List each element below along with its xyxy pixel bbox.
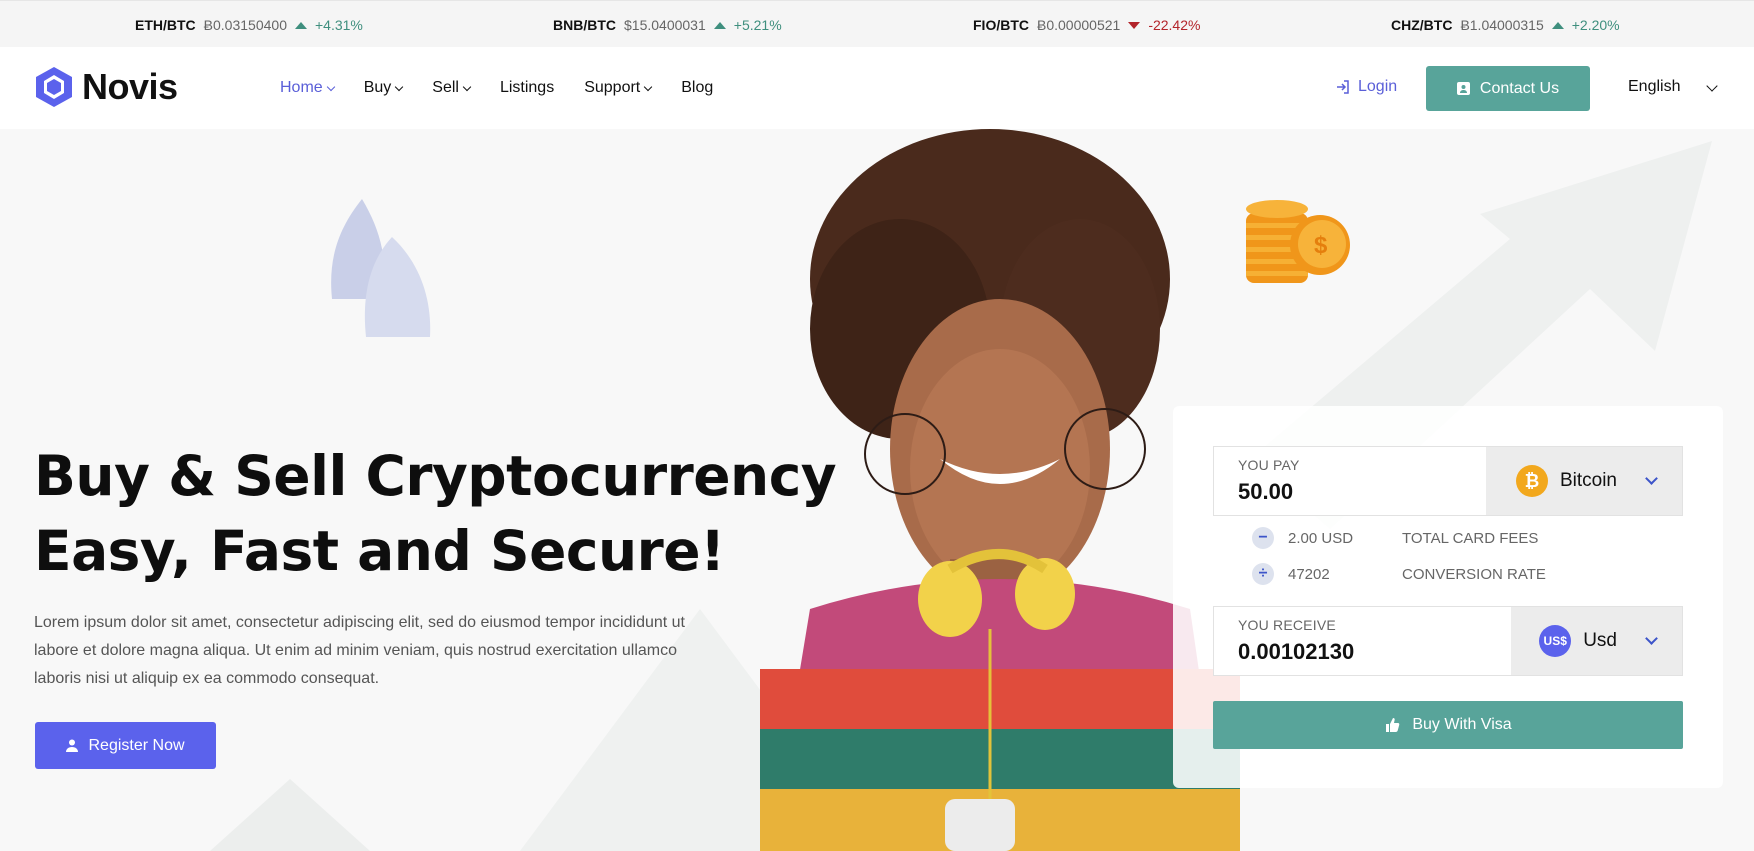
pay-amount-input[interactable]: 50.00 <box>1238 479 1486 505</box>
receive-currency-label: Usd <box>1583 630 1617 651</box>
ticker-pair: FIO/BTC <box>973 17 1029 33</box>
you-pay-field: YOU PAY 50.00 ₿ Bitcoin <box>1213 446 1683 516</box>
register-label: Register Now <box>88 736 185 754</box>
language-label: English <box>1628 78 1681 95</box>
exchange-widget: YOU PAY 50.00 ₿ Bitcoin − 2.00 USD TOTAL… <box>1173 406 1723 788</box>
site-header: Novis Home Buy Sell Listings Support Blo… <box>0 47 1754 129</box>
headline-line-2: Easy, Fast and Secure! <box>34 519 725 583</box>
receive-input-area[interactable]: YOU RECEIVE 0.00102130 <box>1214 607 1511 675</box>
logo-text: Novis <box>82 66 178 107</box>
register-now-button[interactable]: Register Now <box>35 722 216 769</box>
ticker-item[interactable]: FIO/BTC Ƀ0.00000521 -22.42% <box>973 17 1200 33</box>
chevron-down-icon <box>1645 472 1658 485</box>
nav-label: Blog <box>681 79 714 96</box>
buy-label: Buy With Visa <box>1412 716 1512 733</box>
nav-label: Listings <box>499 79 555 96</box>
chevron-down-icon <box>644 82 653 91</box>
ticker-item[interactable]: ETH/BTC Ƀ0.03150400 +4.31% <box>135 17 363 33</box>
login-label: Login <box>1358 78 1398 95</box>
hero-section: $ Buy & Sell Cryptocurrency Easy, Fast a… <box>0 129 1754 851</box>
nav-label: Buy <box>363 79 392 96</box>
ticker-pair: BNB/BTC <box>553 17 616 33</box>
pay-label: YOU PAY <box>1238 457 1300 473</box>
bitcoin-icon: ₿ <box>1515 465 1548 497</box>
arrow-down-icon <box>1128 21 1141 29</box>
ticker-item[interactable]: BNB/BTC $15.0400031 +5.21% <box>553 17 782 33</box>
rate-label: CONVERSION RATE <box>1402 565 1546 583</box>
ticker-price: Ƀ1.04000315 <box>1460 17 1544 33</box>
receive-label: YOU RECEIVE <box>1238 617 1336 633</box>
ticker-change: -22.42% <box>1148 17 1201 33</box>
pay-input-area[interactable]: YOU PAY 50.00 <box>1214 447 1486 515</box>
user-icon <box>66 739 79 752</box>
nav-buy[interactable]: Buy <box>363 79 404 97</box>
chevron-down-icon <box>326 82 335 91</box>
hand-pointer-icon <box>1386 718 1400 732</box>
rate-row: ÷ 47202 CONVERSION RATE <box>1252 556 1546 592</box>
arrow-up-icon <box>1551 21 1564 29</box>
nav-home[interactable]: Home <box>280 79 335 97</box>
headline-line-1: Buy & Sell Cryptocurrency <box>34 444 837 508</box>
svg-text:$: $ <box>1314 232 1328 259</box>
hexagon-logo-icon <box>36 67 72 107</box>
coin-stack-icon: $ <box>1246 200 1350 283</box>
nav-label: Sell <box>432 79 459 96</box>
contact-us-button[interactable]: Contact Us <box>1426 66 1590 111</box>
login-link[interactable]: Login <box>1335 78 1397 96</box>
nav-label: Support <box>584 79 641 96</box>
conversion-details: − 2.00 USD TOTAL CARD FEES ÷ 47202 CONVE… <box>1252 520 1546 592</box>
usd-icon: US$ <box>1539 625 1572 657</box>
site-logo[interactable]: Novis <box>34 65 178 109</box>
ticker-price: Ƀ0.00000521 <box>1037 17 1121 33</box>
ticker-item[interactable]: CHZ/BTC Ƀ1.04000315 +2.20% <box>1391 17 1620 33</box>
receive-currency-select[interactable]: US$ Usd <box>1511 607 1682 675</box>
rate-amount: 47202 <box>1288 565 1330 583</box>
hero-headline: Buy & Sell Cryptocurrency Easy, Fast and… <box>34 439 837 589</box>
ticker-change: +2.20% <box>1571 17 1620 33</box>
arrow-up-icon <box>713 21 726 29</box>
pay-currency-label: Bitcoin <box>1559 470 1617 491</box>
chevron-down-icon <box>1645 632 1658 645</box>
nav-sell[interactable]: Sell <box>432 79 472 97</box>
fee-label: TOTAL CARD FEES <box>1402 529 1539 547</box>
ticker-change: +5.21% <box>733 17 782 33</box>
pay-currency-select[interactable]: ₿ Bitcoin <box>1485 447 1682 515</box>
buy-with-visa-button[interactable]: Buy With Visa <box>1213 701 1683 749</box>
minus-icon: − <box>1252 527 1274 549</box>
nav-support[interactable]: Support <box>584 79 653 97</box>
leaf-decoration-icon <box>331 199 431 337</box>
nav-listings[interactable]: Listings <box>500 79 554 97</box>
hero-description: Lorem ipsum dolor sit amet, consectetur … <box>34 614 685 687</box>
contact-label: Contact Us <box>1479 79 1560 97</box>
arrow-up-icon <box>294 21 307 29</box>
ticker-pair: CHZ/BTC <box>1391 17 1453 33</box>
login-icon <box>1337 80 1349 94</box>
chevron-down-icon <box>1706 79 1719 92</box>
receive-amount-input[interactable]: 0.00102130 <box>1238 639 1511 665</box>
chevron-down-icon <box>395 82 404 91</box>
ticker-price: Ƀ0.03150400 <box>203 17 287 33</box>
nav-label: Home <box>280 79 323 96</box>
you-receive-field: YOU RECEIVE 0.00102130 US$ Usd <box>1213 606 1683 676</box>
fee-amount: 2.00 USD <box>1288 529 1354 547</box>
ticker-change: +4.31% <box>314 17 363 33</box>
fee-row: − 2.00 USD TOTAL CARD FEES <box>1252 520 1546 556</box>
ticker-pair: ETH/BTC <box>135 17 196 33</box>
price-ticker: ETH/BTC Ƀ0.03150400 +4.31% BNB/BTC $15.0… <box>0 0 1754 47</box>
nav-blog[interactable]: Blog <box>681 79 713 97</box>
contact-card-icon <box>1456 82 1470 95</box>
divide-icon: ÷ <box>1252 563 1274 585</box>
language-selector[interactable]: English <box>1628 78 1719 96</box>
main-nav: Home Buy Sell Listings Support Blog <box>280 79 713 97</box>
ticker-price: $15.0400031 <box>624 17 706 33</box>
chevron-down-icon <box>462 82 472 91</box>
